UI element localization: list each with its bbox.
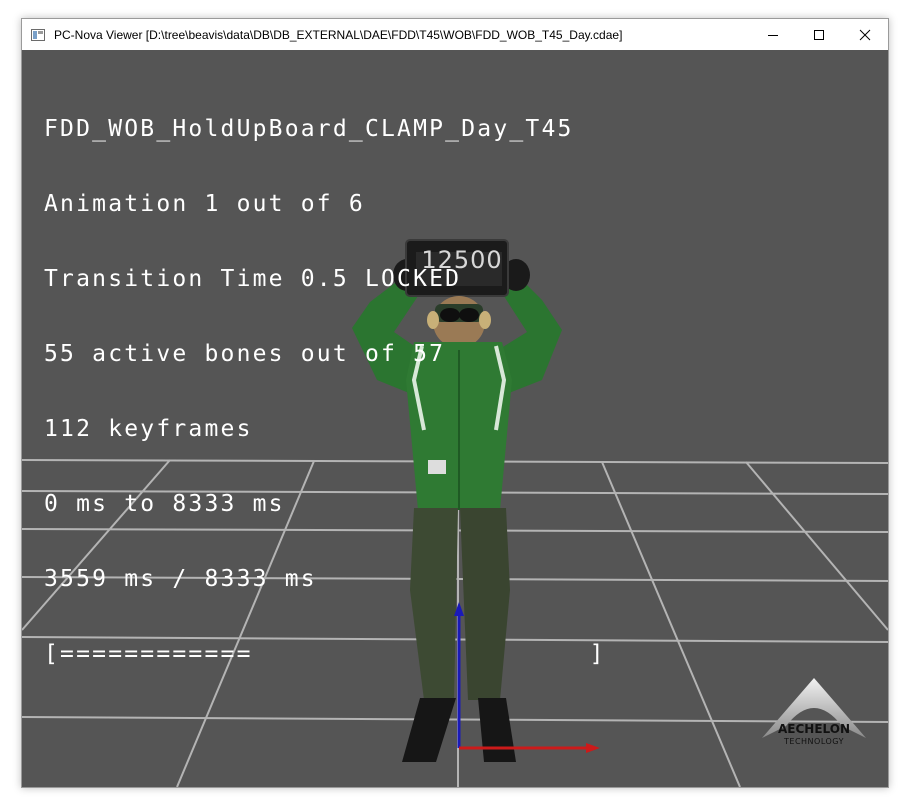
hud-animation-name: FDD_WOB_HoldUpBoard_CLAMP_Day_T45 [44, 116, 574, 142]
app-icon [31, 28, 45, 41]
animation-hud: FDD_WOB_HoldUpBoard_CLAMP_Day_T45 Animat… [44, 67, 606, 717]
aechelon-logo: AECHELON TECHNOLOGY [760, 656, 868, 750]
viewer-window: PC-Nova Viewer [D:\tree\beavis\data\DB\D… [21, 18, 889, 788]
hud-keyframes: 112 keyframes [44, 416, 253, 442]
hud-progress-bar: [============ ] [44, 641, 606, 667]
title-bar[interactable]: PC-Nova Viewer [D:\tree\beavis\data\DB\D… [22, 19, 888, 50]
hud-range: 0 ms to 8333 ms [44, 491, 285, 517]
maximize-icon [814, 29, 824, 40]
hud-animation-index: Animation 1 out of 6 [44, 191, 365, 217]
logo-name: AECHELON [778, 722, 850, 736]
window-controls [750, 19, 888, 50]
window-title: PC-Nova Viewer [D:\tree\beavis\data\DB\D… [54, 27, 623, 42]
close-button[interactable] [842, 19, 888, 50]
3d-viewport[interactable]: 12500 FDD_WOB_HoldUpBoard_CLAMP_Day_T45 … [22, 50, 888, 787]
hud-time: 3559 ms / 8333 ms [44, 566, 317, 592]
minimize-icon [768, 34, 778, 36]
maximize-button[interactable] [796, 19, 842, 50]
hud-bones: 55 active bones out of 57 [44, 341, 446, 367]
logo-subtitle: TECHNOLOGY [784, 737, 844, 746]
close-icon [859, 29, 871, 40]
hud-transition: Transition Time 0.5 LOCKED [44, 266, 462, 292]
minimize-button[interactable] [750, 19, 796, 50]
